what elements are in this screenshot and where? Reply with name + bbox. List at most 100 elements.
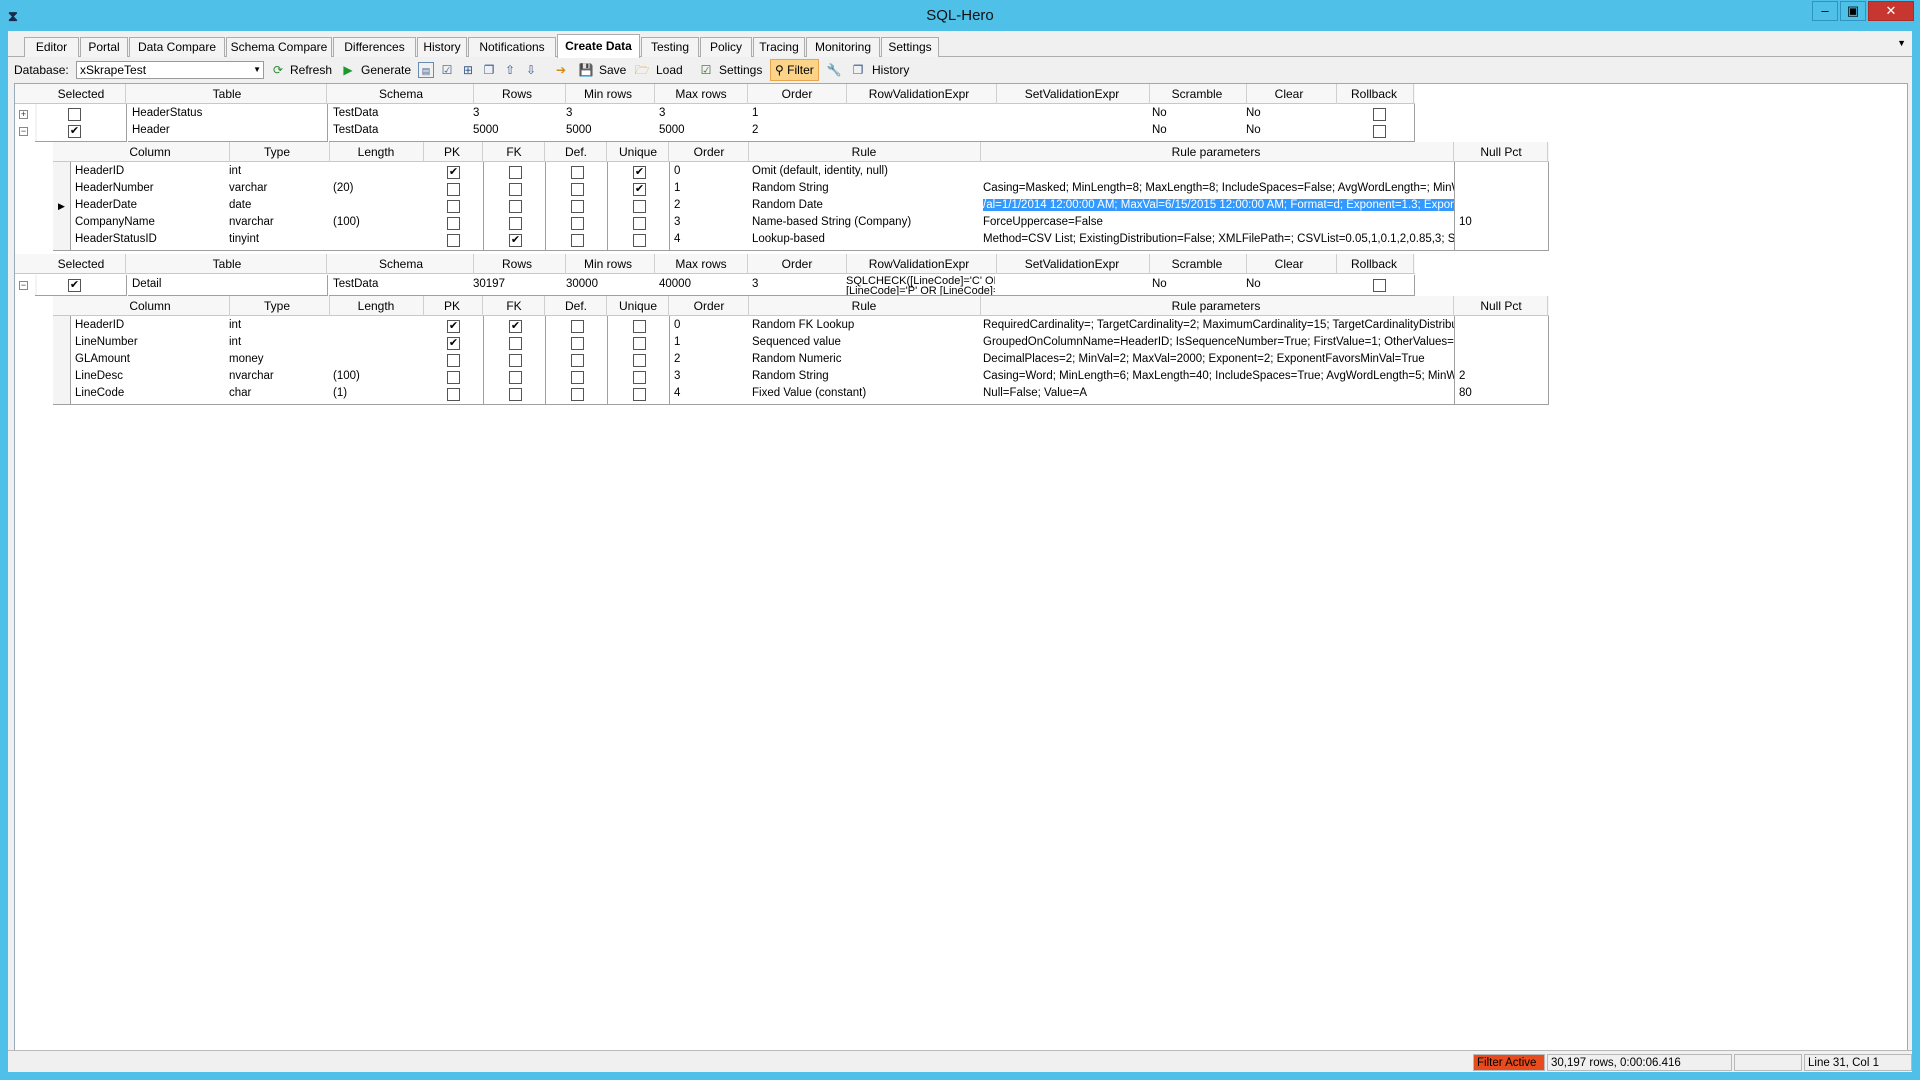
- pk-checkbox[interactable]: [447, 388, 460, 401]
- column-cell-rule[interactable]: Lookup-based: [748, 230, 982, 251]
- expand-all-icon[interactable]: ⊞: [460, 62, 476, 78]
- def-checkbox[interactable]: [571, 388, 584, 401]
- minimize-button[interactable]: –: [1812, 1, 1838, 21]
- row-header[interactable]: [53, 230, 71, 251]
- table-header-rowvalidationexpr[interactable]: RowValidationExpr: [842, 84, 997, 104]
- column-cell-null-pct[interactable]: 80: [1455, 384, 1549, 405]
- table-header-max-rows[interactable]: Max rows: [655, 84, 748, 104]
- column-cell-params[interactable]: Method=CSV List; ExistingDistribution=Fa…: [979, 230, 1455, 251]
- pk-checkbox[interactable]: [447, 234, 460, 247]
- column-header-order[interactable]: Order: [670, 142, 749, 162]
- fk-checkbox[interactable]: [509, 337, 522, 350]
- table-cell-min-rows[interactable]: 30000: [562, 275, 656, 296]
- fk-checkbox[interactable]: [509, 183, 522, 196]
- export-icon[interactable]: ➔: [553, 62, 569, 78]
- table-cell-order[interactable]: 3: [748, 275, 848, 296]
- column-row[interactable]: LineCode char (1) 4 Fixed Value (constant) Nu…: [53, 384, 1549, 405]
- table-cell-name[interactable]: Header: [128, 121, 328, 142]
- def-checkbox[interactable]: [571, 371, 584, 384]
- table-cell-max-rows[interactable]: 40000: [655, 275, 749, 296]
- table-cell-clear[interactable]: No: [1242, 121, 1338, 142]
- table-header-rows[interactable]: Rows: [469, 84, 566, 104]
- table-header-rows[interactable]: Rows: [469, 254, 566, 274]
- tab-tracing[interactable]: Tracing: [753, 37, 805, 57]
- table-header-schema[interactable]: Schema: [329, 254, 474, 274]
- table-header-scramble[interactable]: Scramble: [1148, 84, 1247, 104]
- table-cell-scramble[interactable]: No: [1148, 275, 1248, 296]
- unique-checkbox[interactable]: [633, 388, 646, 401]
- fk-checkbox[interactable]: [509, 200, 522, 213]
- database-select[interactable]: xSkrapeTest ▼: [76, 61, 264, 79]
- load-button[interactable]: Load: [656, 58, 683, 82]
- save-button[interactable]: Save: [599, 58, 626, 82]
- table-header-selected[interactable]: Selected: [37, 84, 126, 104]
- table-cell-max-rows[interactable]: 5000: [655, 121, 749, 142]
- table-header-clear[interactable]: Clear: [1242, 84, 1337, 104]
- column-header-length[interactable]: Length: [329, 296, 424, 316]
- column-header-rule-parameters[interactable]: Rule parameters: [979, 296, 1454, 316]
- def-checkbox[interactable]: [571, 183, 584, 196]
- table-cell-rows[interactable]: 30197: [469, 275, 567, 296]
- tab-monitoring[interactable]: Monitoring: [806, 37, 880, 57]
- pk-checkbox[interactable]: [447, 183, 460, 196]
- column-header-order[interactable]: Order: [670, 296, 749, 316]
- save-icon[interactable]: 💾: [578, 62, 594, 78]
- pk-checkbox[interactable]: ✔: [447, 320, 460, 333]
- column-header-rule-parameters[interactable]: Rule parameters: [979, 142, 1454, 162]
- history-icon[interactable]: ❐: [850, 62, 866, 78]
- generate-button[interactable]: Generate: [361, 58, 411, 82]
- column-cell-order[interactable]: 4: [670, 384, 750, 405]
- table-cell-min-rows[interactable]: 5000: [562, 121, 656, 142]
- fk-checkbox[interactable]: ✔: [509, 234, 522, 247]
- column-header-type[interactable]: Type: [225, 142, 330, 162]
- create-data-grid[interactable]: Selected Table Schema Rows Min rows Max rows O…: [14, 83, 1908, 1058]
- column-cell-type[interactable]: char: [225, 384, 331, 405]
- move-down-icon[interactable]: ⇩: [523, 62, 539, 78]
- table-cell-set-validation[interactable]: [995, 121, 1151, 142]
- column-header-pk[interactable]: PK: [422, 142, 483, 162]
- table-header-min-rows[interactable]: Min rows: [562, 84, 655, 104]
- unique-checkbox[interactable]: [633, 234, 646, 247]
- rollback-checkbox[interactable]: [1373, 108, 1386, 121]
- pk-checkbox[interactable]: ✔: [447, 337, 460, 350]
- def-checkbox[interactable]: [571, 337, 584, 350]
- column-header-pk[interactable]: PK: [422, 296, 483, 316]
- move-up-icon[interactable]: ⇧: [502, 62, 518, 78]
- def-checkbox[interactable]: [571, 217, 584, 230]
- refresh-button[interactable]: Refresh: [290, 58, 332, 82]
- table-header-table[interactable]: Table: [128, 84, 327, 104]
- column-cell-null-pct[interactable]: [1455, 230, 1549, 251]
- column-header-unique[interactable]: Unique: [608, 296, 669, 316]
- column-cell-length[interactable]: [329, 230, 425, 251]
- pk-checkbox[interactable]: [447, 217, 460, 230]
- table-cell-row-validation[interactable]: [842, 121, 998, 142]
- column-header-def-[interactable]: Def.: [546, 296, 607, 316]
- tab-policy[interactable]: Policy: [700, 37, 752, 57]
- table-cell-schema[interactable]: TestData: [329, 121, 475, 142]
- column-cell-column[interactable]: HeaderStatusID: [71, 230, 231, 251]
- table-header-rollback[interactable]: Rollback: [1335, 254, 1414, 274]
- unique-checkbox[interactable]: [633, 320, 646, 333]
- unique-checkbox[interactable]: ✔: [633, 183, 646, 196]
- column-header-rule[interactable]: Rule: [748, 296, 981, 316]
- tab-editor[interactable]: Editor: [24, 37, 79, 57]
- fk-checkbox[interactable]: [509, 371, 522, 384]
- column-header-fk[interactable]: FK: [484, 296, 545, 316]
- table-header-clear[interactable]: Clear: [1242, 254, 1337, 274]
- table-header-min-rows[interactable]: Min rows: [562, 254, 655, 274]
- table-row[interactable]: − ✔ Header TestData 5000 5000 5000 2 No No: [15, 121, 1415, 142]
- table-header-max-rows[interactable]: Max rows: [655, 254, 748, 274]
- column-cell-params[interactable]: Null=False; Value=A: [979, 384, 1455, 405]
- table-header-order[interactable]: Order: [748, 84, 847, 104]
- play-icon[interactable]: ▶: [340, 62, 356, 78]
- close-button[interactable]: ✕: [1868, 1, 1914, 21]
- table-header-table[interactable]: Table: [128, 254, 327, 274]
- selected-checkbox[interactable]: [68, 108, 81, 121]
- table-cell-rows[interactable]: 5000: [469, 121, 567, 142]
- def-checkbox[interactable]: [571, 320, 584, 333]
- column-cell-column[interactable]: LineCode: [71, 384, 231, 405]
- table-header-rollback[interactable]: Rollback: [1335, 84, 1414, 104]
- expand-icon[interactable]: +: [19, 110, 28, 119]
- column-header-rule[interactable]: Rule: [748, 142, 981, 162]
- def-checkbox[interactable]: [571, 354, 584, 367]
